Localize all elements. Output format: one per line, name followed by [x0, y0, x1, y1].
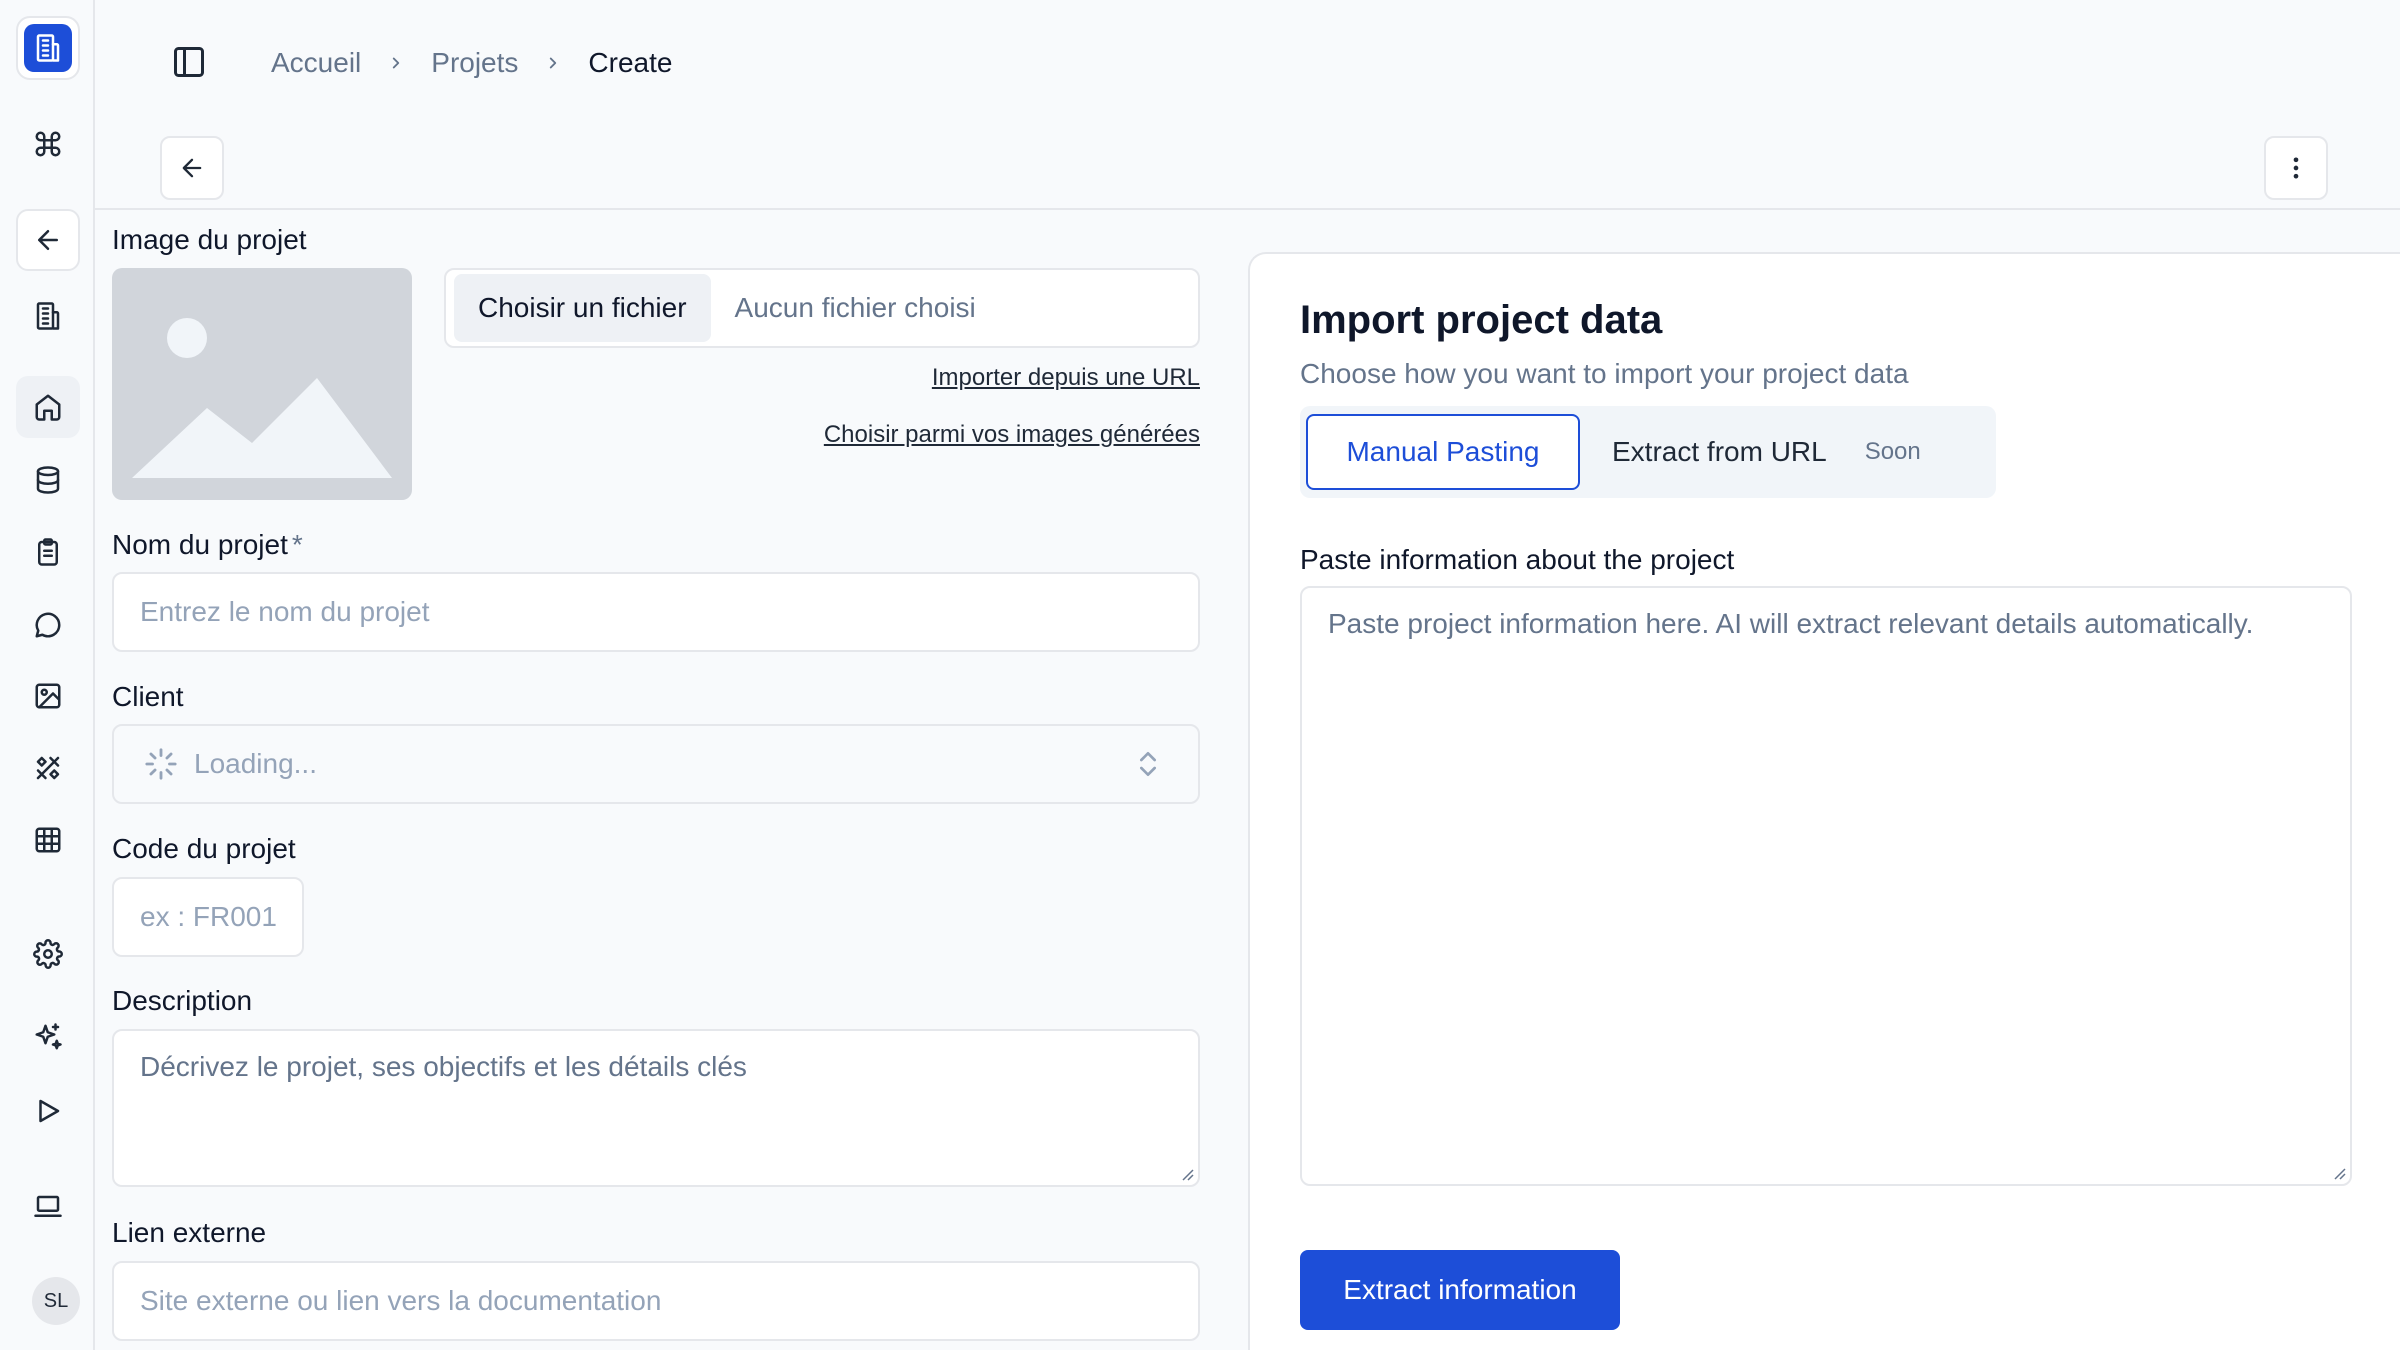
choose-file-button[interactable]: Choisir un fichier	[454, 274, 711, 342]
grid-icon	[35, 827, 61, 853]
back-button[interactable]	[160, 136, 224, 200]
image-label: Image du projet	[112, 224, 307, 255]
import-panel-subtitle: Choose how you want to import your proje…	[1300, 358, 1909, 389]
gear-icon	[33, 939, 63, 969]
image-placeholder	[112, 268, 412, 500]
arrow-left-icon	[38, 230, 58, 250]
breadcrumb: Accueil Projets Create	[271, 44, 672, 82]
chat-icon	[35, 612, 61, 638]
import-panel: Import project data Choose how you want …	[1248, 252, 2400, 1350]
client-label: Client	[112, 681, 184, 712]
breadcrumb-item-home[interactable]: Accueil	[271, 47, 361, 79]
project-code-input[interactable]: ex : FR001	[112, 877, 304, 957]
file-status: Aucun fichier choisi	[734, 292, 976, 323]
sidebar-item-home[interactable]	[16, 376, 80, 438]
sidebar-item-ai[interactable]	[16, 1006, 80, 1068]
description-textarea[interactable]: Décrivez le projet, ses objectifs et les…	[112, 1029, 1200, 1187]
extract-information-button[interactable]: Extract information	[1300, 1250, 1620, 1330]
tab-extract-from-url[interactable]: Extract from URL Soon	[1580, 414, 1953, 490]
home-icon	[35, 394, 61, 421]
sidebar: SL	[0, 0, 95, 1350]
more-options-button[interactable]	[2264, 136, 2328, 200]
breadcrumb-item-current: Create	[588, 47, 673, 78]
sidebar-collapse-button[interactable]	[16, 209, 80, 271]
external-link-label: Lien externe	[112, 1217, 267, 1248]
external-link-input[interactable]: Site externe ou lien vers la documentati…	[112, 1261, 1200, 1341]
resize-handle-icon[interactable]	[2330, 1164, 2346, 1180]
sidebar-item-messages[interactable]	[16, 594, 80, 656]
tab-extract-label: Extract from URL	[1612, 436, 1827, 467]
building-icon	[36, 34, 60, 62]
resize-handle-icon[interactable]	[1178, 1165, 1194, 1181]
sidebar-item-tools[interactable]	[16, 737, 80, 799]
laptop-icon	[34, 1195, 62, 1217]
arrow-left-icon	[182, 158, 202, 178]
sidebar-item-tasks[interactable]	[16, 521, 80, 583]
breadcrumb-item-projects[interactable]: Projets	[431, 47, 518, 79]
soon-badge: Soon	[1864, 438, 1921, 465]
command-icon	[35, 131, 61, 157]
clipboard-icon	[38, 538, 58, 566]
database-icon	[36, 466, 60, 494]
sparkles-icon	[35, 1023, 62, 1050]
chevrons-up-down-icon	[1140, 752, 1156, 776]
import-method-tabs: Manual Pasting Extract from URL Soon	[1300, 406, 1996, 498]
paste-label: Paste information about the project	[1300, 544, 1735, 575]
sidebar-item-play[interactable]	[16, 1080, 80, 1142]
description-label: Description	[112, 985, 253, 1016]
sidebar-item-database[interactable]	[16, 449, 80, 511]
sidebar-item-command[interactable]	[16, 113, 80, 175]
header: Accueil Projets Create	[95, 0, 2400, 210]
client-select[interactable]: Loading...	[112, 724, 1200, 804]
sidebar-item-grid[interactable]	[16, 809, 80, 871]
image-icon	[35, 683, 61, 709]
sidebar-item-organization[interactable]	[16, 285, 80, 347]
sidebar-toggle-icon[interactable]	[171, 44, 207, 80]
tools-icon	[36, 756, 60, 780]
import-url-link[interactable]: Importer depuis une URL	[932, 364, 1200, 392]
avatar[interactable]: SL	[32, 1277, 80, 1325]
code-label: Code du projet	[112, 833, 296, 864]
app-logo[interactable]	[16, 16, 80, 80]
import-panel-title: Import project data	[1300, 298, 1663, 342]
project-name-input[interactable]: Entrez le nom du projet	[112, 572, 1200, 652]
file-input[interactable]: Choisir un fichier Aucun fichier choisi	[444, 268, 1200, 348]
tab-manual-pasting[interactable]: Manual Pasting	[1306, 414, 1580, 490]
sidebar-item-images[interactable]	[16, 665, 80, 727]
image-placeholder-icon	[132, 318, 392, 478]
required-marker: *	[291, 529, 303, 560]
name-label: Nom du projet *	[112, 529, 303, 561]
chevron-right-icon	[550, 57, 557, 69]
name-label-text: Nom du projet	[112, 529, 288, 560]
description-placeholder: Décrivez le projet, ses objectifs et les…	[140, 1051, 747, 1082]
play-icon	[39, 1099, 60, 1123]
generated-images-link[interactable]: Choisir parmi vos images générées	[824, 421, 1200, 449]
loader-icon	[145, 748, 177, 780]
building-icon	[36, 302, 60, 330]
sidebar-item-device[interactable]	[16, 1176, 80, 1238]
paste-placeholder: Paste project information here. AI will …	[1328, 608, 2254, 639]
sidebar-item-settings[interactable]	[16, 923, 80, 985]
chevron-right-icon	[393, 57, 400, 69]
paste-textarea[interactable]: Paste project information here. AI will …	[1300, 586, 2352, 1186]
client-select-value: Loading...	[194, 748, 317, 779]
more-vertical-icon	[2293, 157, 2299, 179]
